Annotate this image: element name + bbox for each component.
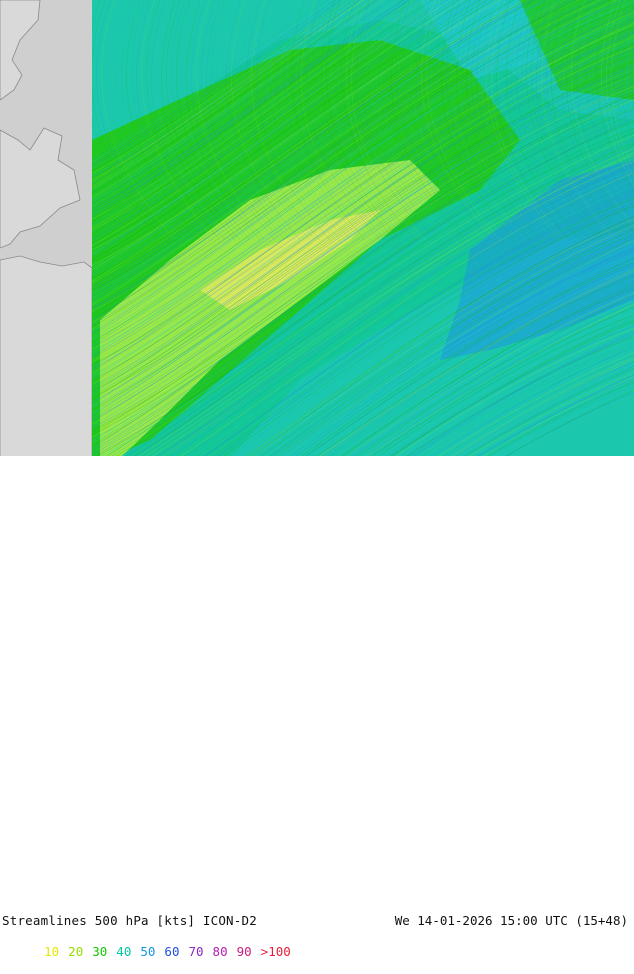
legend-item-60: 60 <box>164 944 179 959</box>
map-title: Streamlines 500 hPa [kts] ICON-D2 <box>2 913 257 928</box>
legend-item-20: 20 <box>68 944 83 959</box>
streamline-map <box>0 0 634 458</box>
legend-item-30: 30 <box>92 944 107 959</box>
speed-legend: 10 20 30 40 50 60 70 80 90 >100 <box>14 929 300 974</box>
legend-item-100plus: >100 <box>261 944 291 959</box>
legend-item-50: 50 <box>140 944 155 959</box>
footer: Streamlines 500 hPa [kts] ICON-D2 We 14-… <box>0 456 634 490</box>
run-time: We 14-01-2026 15:00 UTC (15+48) <box>395 913 628 928</box>
legend-item-10: 10 <box>44 944 59 959</box>
legend-item-90: 90 <box>237 944 252 959</box>
legend-item-80: 80 <box>213 944 228 959</box>
legend-item-40: 40 <box>116 944 131 959</box>
legend-item-70: 70 <box>188 944 203 959</box>
